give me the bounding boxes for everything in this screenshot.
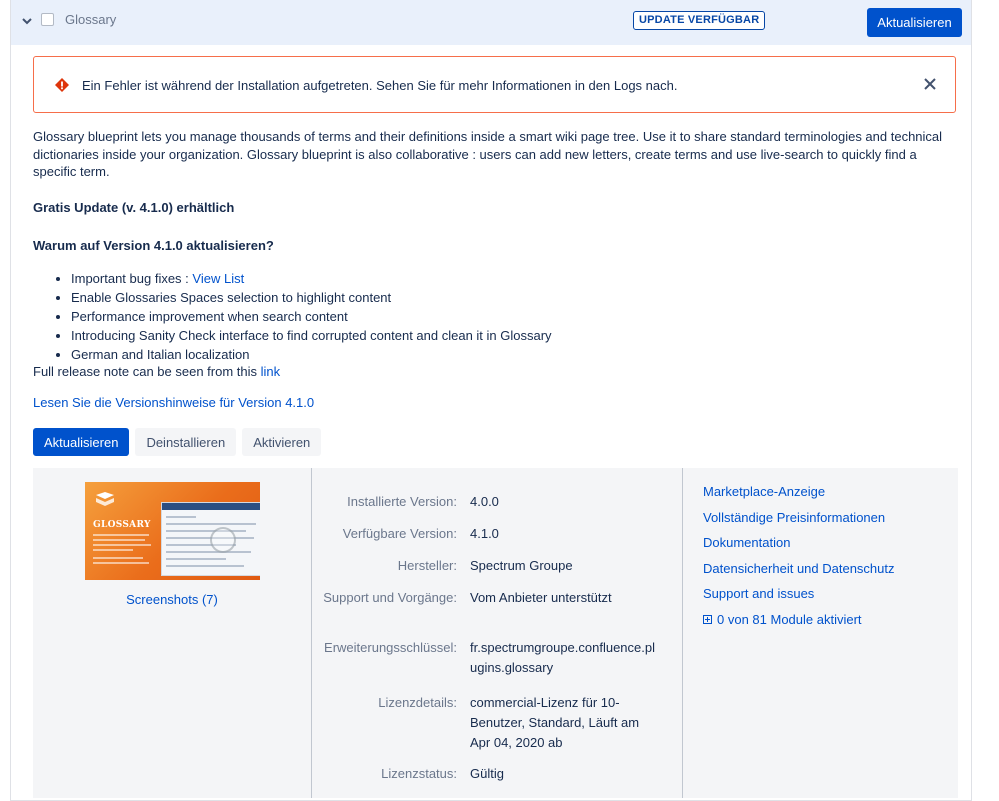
- error-text: Ein Fehler ist während der Installation …: [82, 78, 678, 93]
- app-header: Glossary UPDATE VERFÜGBAR Aktualisieren: [11, 0, 971, 45]
- support-link[interactable]: Support and issues: [703, 584, 895, 610]
- release-note: Full release note can be seen from this …: [33, 364, 281, 379]
- list-item: Enable Glossaries Spaces selection to hi…: [71, 288, 552, 307]
- column-divider: [682, 468, 683, 798]
- activate-button[interactable]: Aktivieren: [242, 428, 322, 456]
- thumbnail-text-line: [93, 539, 145, 541]
- side-links: Marketplace-Anzeige Vollständige Preisin…: [703, 482, 895, 635]
- why-update-heading: Warum auf Version 4.1.0 aktualisieren?: [33, 238, 274, 253]
- error-message: Ein Fehler ist während der Installation …: [33, 56, 956, 113]
- marketplace-link[interactable]: Marketplace-Anzeige: [703, 482, 895, 508]
- thumbnail-text-line: [93, 534, 149, 536]
- thumbnail-app-preview: [161, 502, 260, 576]
- update-available-badge: UPDATE VERFÜGBAR: [633, 11, 766, 30]
- version-notes-link[interactable]: Lesen Sie die Versionshinweise für Versi…: [33, 395, 314, 410]
- modules-toggle[interactable]: 0 von 81 Module aktiviert: [703, 610, 895, 636]
- app-listing-card: Glossary UPDATE VERFÜGBAR Aktualisieren …: [10, 0, 972, 801]
- documentation-link[interactable]: Dokumentation: [703, 533, 895, 559]
- screenshots-link[interactable]: Screenshots (7): [33, 592, 311, 607]
- select-checkbox[interactable]: [41, 13, 54, 26]
- book-logo-icon: [96, 492, 114, 506]
- changelog-list: Important bug fixes : View List Enable G…: [33, 269, 552, 364]
- expand-plus-icon: [703, 614, 712, 624]
- details-panel: GLOSSARY Screenshots (7) Installierte Ve…: [33, 468, 958, 798]
- view-list-link[interactable]: View List: [192, 271, 244, 286]
- thumbnail-text-line: [93, 544, 151, 546]
- list-item: Introducing Sanity Check interface to fi…: [71, 326, 552, 345]
- list-item: German and Italian localization: [71, 345, 552, 364]
- thumbnail-text-line: [93, 562, 149, 564]
- action-buttons: Aktualisieren Deinstallieren Aktivieren: [33, 428, 327, 456]
- chevron-down-icon[interactable]: [21, 12, 33, 30]
- update-button[interactable]: Aktualisieren: [33, 428, 130, 456]
- close-icon[interactable]: [922, 76, 938, 92]
- screenshot-thumbnail[interactable]: GLOSSARY: [85, 482, 260, 580]
- app-title: Glossary: [65, 12, 117, 27]
- column-divider: [311, 468, 312, 798]
- update-heading: Gratis Update (v. 4.1.0) erhältlich: [33, 200, 235, 215]
- error-icon: [55, 78, 69, 92]
- thumbnail-text-line: [93, 557, 143, 559]
- list-item: Performance improvement when search cont…: [71, 307, 552, 326]
- thumbnail-title: GLOSSARY: [93, 520, 151, 530]
- thumbnail-text-line: [93, 549, 133, 551]
- app-description: Glossary blueprint lets you manage thous…: [33, 129, 943, 179]
- pricing-link[interactable]: Vollständige Preisinformationen: [703, 508, 895, 534]
- header-update-button[interactable]: Aktualisieren: [867, 8, 962, 37]
- privacy-link[interactable]: Datensicherheit und Datenschutz: [703, 559, 895, 585]
- release-note-link[interactable]: link: [261, 364, 281, 379]
- list-item: Important bug fixes : View List: [71, 269, 552, 288]
- uninstall-button[interactable]: Deinstallieren: [135, 428, 237, 456]
